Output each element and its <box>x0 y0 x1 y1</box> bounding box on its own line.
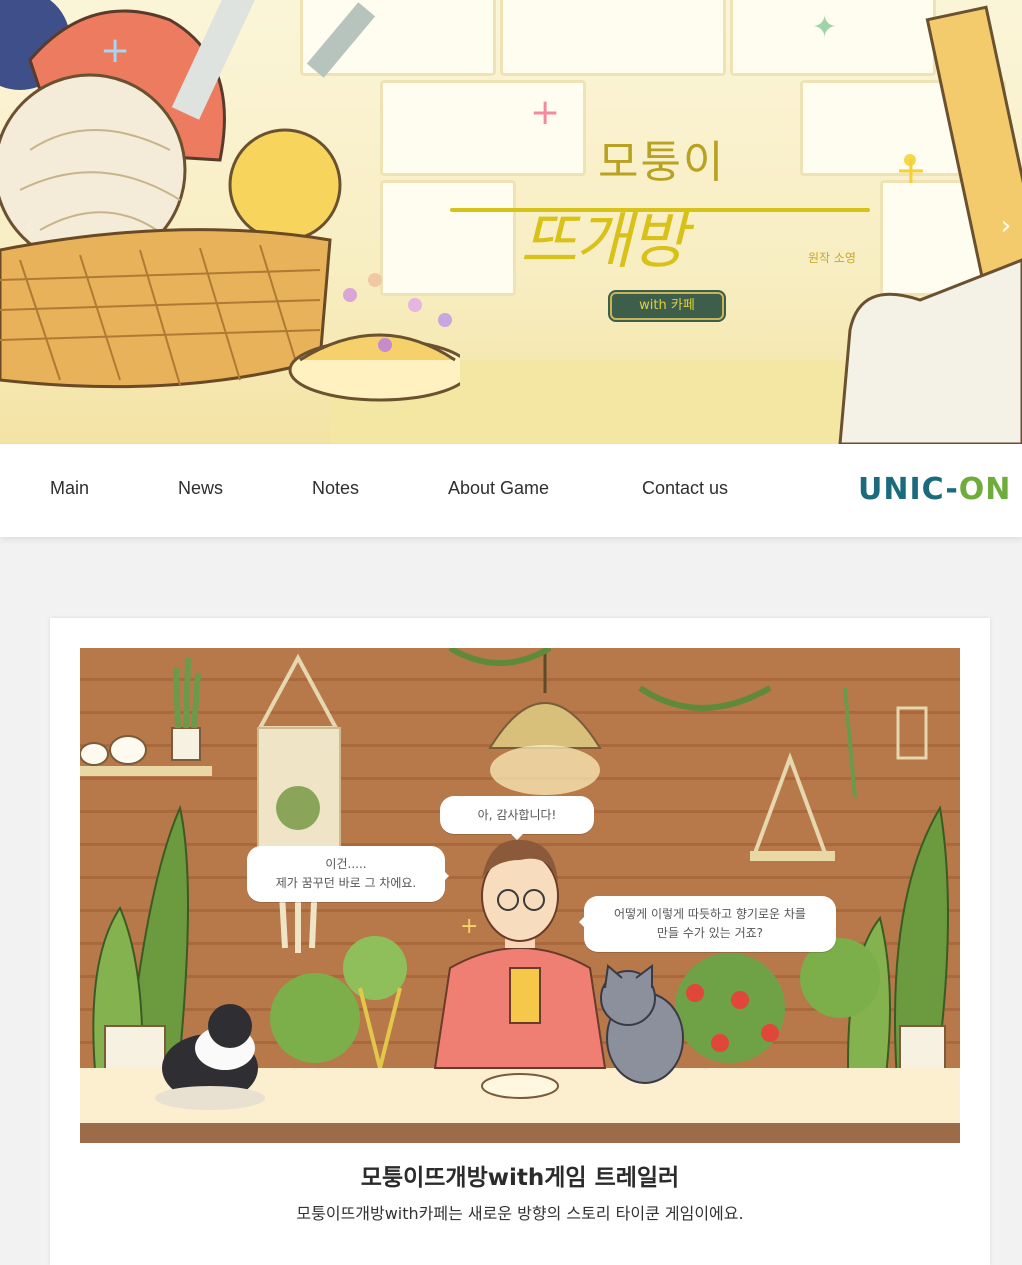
game-logo-title: 뜨개방 <box>520 204 687 277</box>
yarn-basket-illustration <box>0 0 460 402</box>
right-decor-illustration <box>838 5 1022 444</box>
brand-logo-part1: UNIC <box>858 472 946 507</box>
hero-banner: + + ✦ + 모퉁이 뜨개방 원작 소영 with 카페 ‹ › <box>0 0 1022 444</box>
logo-credit: 원작 소영 <box>808 251 856 265</box>
speech-bubble-right-line1: 어떻게 이렇게 따듯하고 향기로운 차를 <box>614 907 806 921</box>
trailer-title: 모퉁이뜨개방with게임 트레일러 <box>360 1165 680 1191</box>
wall-brick <box>500 0 726 76</box>
brand-logo[interactable]: UNIC-ON <box>858 472 1011 507</box>
speech-bubble-left-line2: 제가 꿈꾸던 바로 그 차에요. <box>275 876 417 890</box>
trailer-video-thumbnail[interactable]: + 이건..... 제가 꿈꾸던 바로 그 차에요. 아, 감사합니다! 어떻게… <box>80 648 960 1143</box>
nav-item-news[interactable]: News <box>178 478 223 499</box>
brand-logo-part2: ON <box>958 472 1012 507</box>
speech-bubble-left-line1: 이건..... <box>325 857 367 871</box>
sparkle-icon: + <box>895 148 927 192</box>
cafe-illustration: + <box>80 648 960 1143</box>
main-navigation: Main News Notes About Game Contact us UN… <box>0 444 1022 537</box>
sparkle-icon: + <box>530 92 561 133</box>
sparkle-icon: + <box>100 30 131 71</box>
speech-bubble-top: 아, 감사합니다! <box>440 796 594 840</box>
nav-item-main[interactable]: Main <box>50 478 89 499</box>
nav-item-contact-us[interactable]: Contact us <box>642 478 728 499</box>
game-logo-subtitle: 모퉁이 <box>598 137 726 188</box>
logo-badge: with 카페 <box>610 292 724 320</box>
trailer-description: 모퉁이뜨개방with카페는 새로운 방향의 스토리 타이쿤 게임이에요. <box>296 1204 744 1223</box>
sparkle-icon: ✦ <box>812 10 838 45</box>
brand-logo-dash: - <box>945 472 959 507</box>
trailer-card: + 이건..... 제가 꿈꾸던 바로 그 차에요. 아, 감사합니다! 어떻게… <box>50 618 990 1265</box>
nav-item-about-game[interactable]: About Game <box>448 478 549 499</box>
nav-item-notes[interactable]: Notes <box>312 478 359 499</box>
speech-bubble-right: 어떻게 이렇게 따듯하고 향기로운 차를 만들 수가 있는 거죠? <box>579 896 836 952</box>
speech-bubble-left: 이건..... 제가 꿈꾸던 바로 그 차에요. <box>247 846 449 902</box>
carousel-next-icon[interactable]: › <box>996 210 1016 242</box>
carousel-prev-icon[interactable]: ‹ <box>20 210 40 242</box>
svg-text:+: + <box>460 914 478 939</box>
speech-bubble-right-line2: 만들 수가 있는 거죠? <box>656 926 764 940</box>
